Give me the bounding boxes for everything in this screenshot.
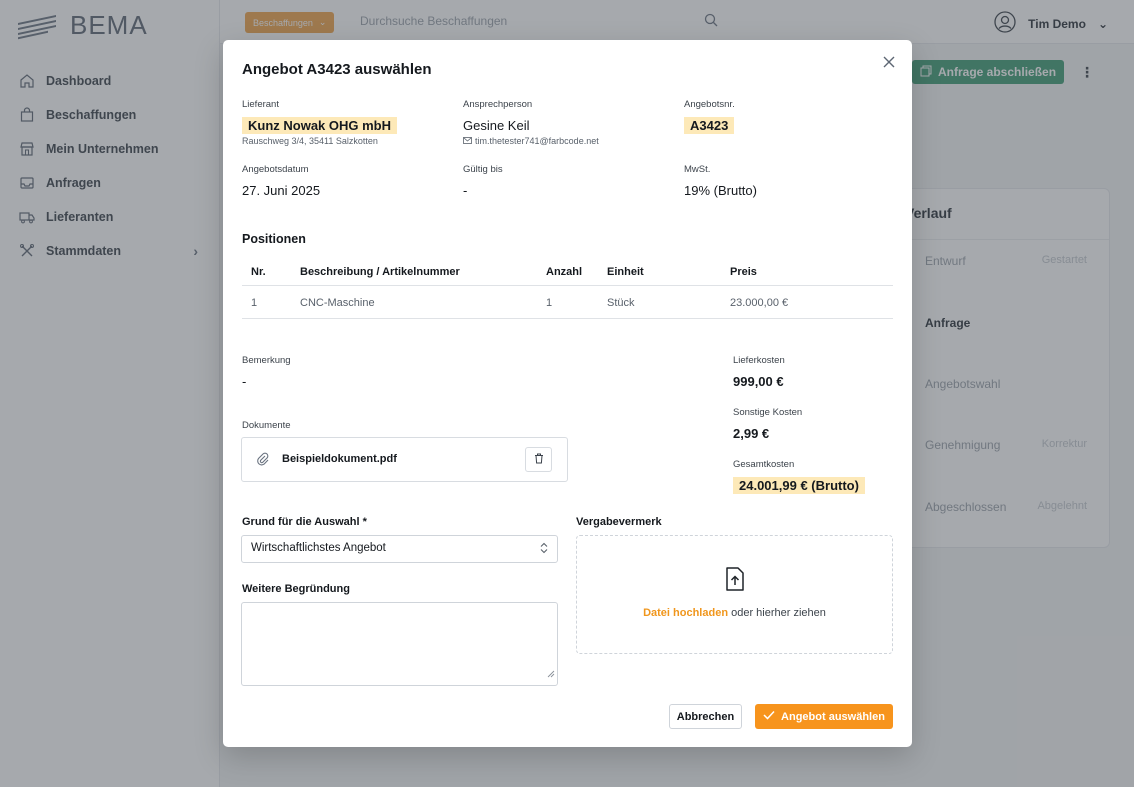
reason-label: Grund für die Auswahl * — [242, 516, 367, 528]
other-costs-label: Sonstige Kosten — [733, 407, 803, 418]
column-header: Beschreibung / Artikelnummer — [300, 266, 460, 278]
dialog-title: Angebot A3423 auswählen — [242, 61, 432, 78]
resize-handle-icon[interactable] — [547, 665, 555, 683]
chevron-up-down-icon — [539, 542, 549, 557]
offer-no-value: A3423 — [684, 117, 735, 134]
valid-until-value: - — [463, 183, 468, 198]
cancel-button[interactable]: Abbrechen — [669, 704, 742, 729]
upload-file-link[interactable]: Datei hochladen — [643, 607, 728, 619]
column-header: Anzahl — [546, 266, 583, 278]
offer-date-value: 27. Juni 2025 — [242, 183, 321, 198]
delivery-costs-value: 999,00 € — [733, 374, 784, 389]
delivery-costs-label: Lieferkosten — [733, 355, 785, 366]
position-description: CNC-Maschine — [300, 297, 375, 309]
table-row: 1 CNC-Maschine 1 Stück 23.000,00 € — [242, 287, 893, 319]
check-icon — [763, 710, 775, 723]
reason-select-value: Wirtschaftlichstes Angebot — [251, 542, 386, 554]
file-dropzone[interactable]: Datei hochladen oder hierher ziehen — [576, 535, 893, 654]
remark-value: - — [242, 374, 247, 389]
documents-label: Dokumente — [242, 420, 291, 431]
further-reason-textarea[interactable] — [241, 602, 558, 686]
supplier-address: Rauschweg 3/4, 35411 Salzkotten — [242, 136, 378, 146]
supplier-name: Kunz Nowak OHG mbH — [242, 117, 398, 134]
other-costs-value: 2,99 € — [733, 426, 770, 441]
position-quantity: 1 — [546, 297, 553, 309]
position-nr: 1 — [251, 297, 258, 309]
trash-icon — [534, 451, 544, 469]
remark-label: Bemerkung — [242, 355, 291, 366]
valid-until-label: Gültig bis — [463, 164, 503, 175]
vat-label: MwSt. — [684, 164, 711, 175]
paperclip-icon — [256, 452, 270, 471]
award-note-label: Vergabevermerk — [576, 516, 662, 528]
dropzone-hint: oder hierher ziehen — [731, 607, 826, 619]
delete-document-button[interactable] — [525, 447, 552, 472]
offer-date-label: Angebotsdatum — [242, 164, 309, 175]
close-icon[interactable] — [881, 54, 897, 70]
mail-icon — [463, 136, 472, 146]
supplier-label: Lieferant — [242, 99, 279, 110]
contact-label: Ansprechperson — [463, 99, 533, 110]
total-costs-label: Gesamtkosten — [733, 459, 795, 470]
position-price: 23.000,00 € — [730, 297, 789, 309]
select-offer-dialog: Angebot A3423 auswählen Lieferant Kunz N… — [223, 40, 912, 747]
column-header: Einheit — [607, 266, 644, 278]
file-upload-icon — [725, 567, 745, 596]
offer-no-label: Angebotsnr. — [684, 99, 735, 110]
column-header: Nr. — [251, 266, 266, 278]
dropzone-text: Datei hochladen oder hierher ziehen — [577, 607, 892, 619]
positions-table-header: Nr. Beschreibung / Artikelnummer Anzahl … — [242, 258, 893, 286]
positions-title: Positionen — [242, 232, 306, 246]
document-name[interactable]: Beispieldokument.pdf — [282, 453, 397, 465]
total-costs-value: 24.001,99 € (Brutto) — [733, 477, 865, 494]
contact-email-row: tim.thetester741@farbcode.net — [463, 136, 599, 146]
select-offer-button[interactable]: Angebot auswählen — [755, 704, 893, 729]
position-unit: Stück — [607, 297, 635, 309]
reason-select[interactable]: Wirtschaftlichstes Angebot — [241, 535, 558, 563]
further-reason-label: Weitere Begründung — [242, 583, 350, 595]
contact-name: Gesine Keil — [463, 118, 530, 133]
select-offer-label: Angebot auswählen — [781, 710, 885, 723]
column-header: Preis — [730, 266, 757, 278]
document-item[interactable]: Beispieldokument.pdf — [241, 437, 568, 482]
vat-value: 19% (Brutto) — [684, 183, 757, 198]
contact-email[interactable]: tim.thetester741@farbcode.net — [475, 136, 599, 146]
